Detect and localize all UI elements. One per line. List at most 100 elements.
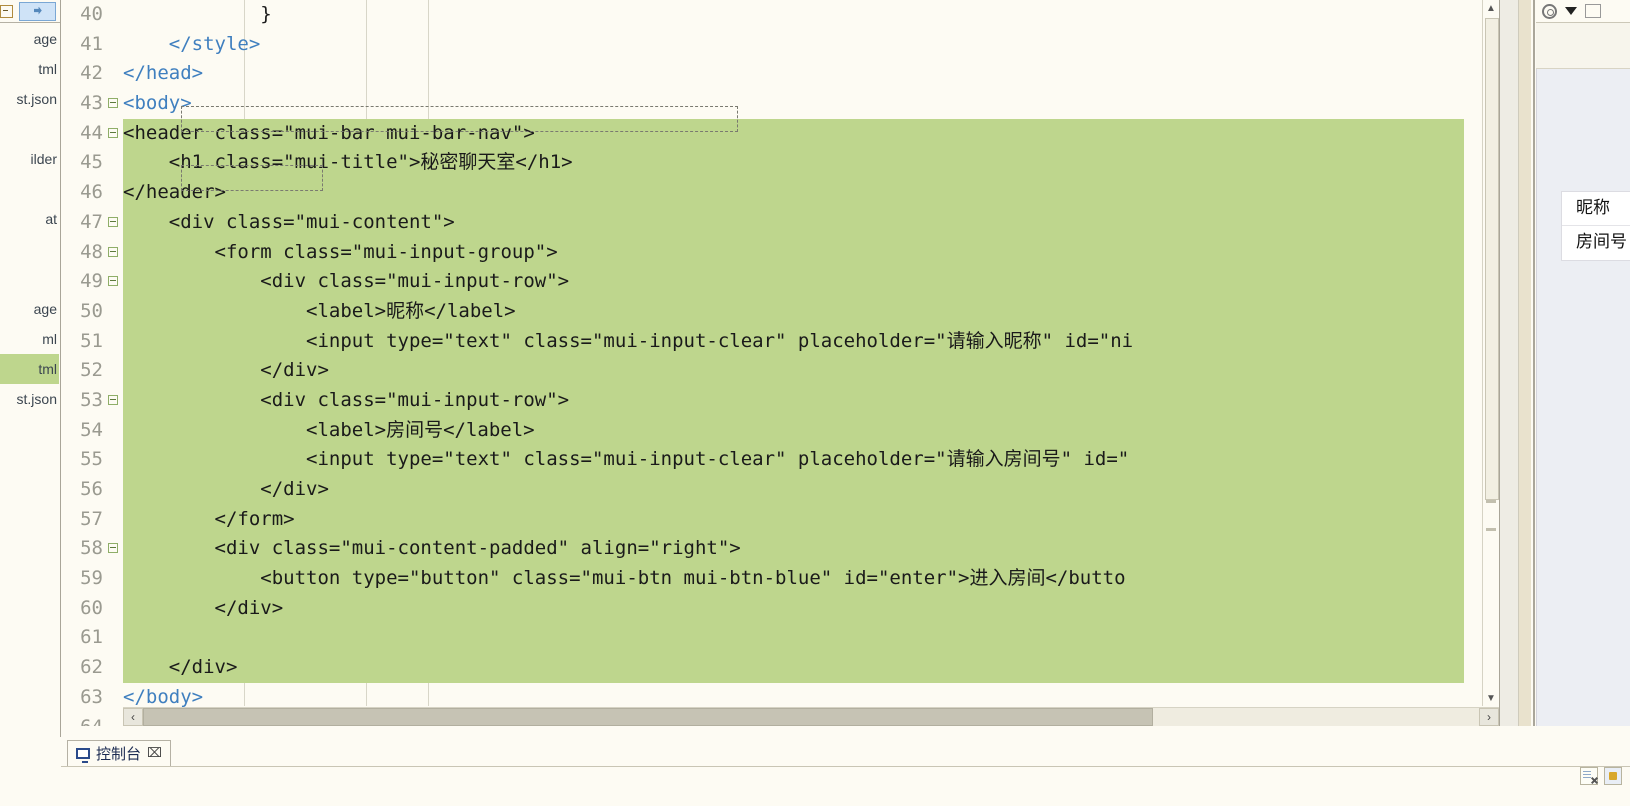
code-line[interactable]: 54 <label>房间号</label> xyxy=(61,415,1499,446)
code-line[interactable]: 56 </div> xyxy=(61,475,1499,505)
fold-toggle-icon[interactable] xyxy=(108,216,118,227)
code-text: </div> xyxy=(123,359,329,382)
editor-horizontal-scrollbar[interactable]: ‹ › xyxy=(123,707,1499,726)
panel-bottom-separator xyxy=(1500,726,1630,737)
line-number: 52 xyxy=(80,359,103,382)
editor-console-separator xyxy=(61,726,1630,737)
list-item[interactable]: age xyxy=(0,294,59,324)
line-number: 45 xyxy=(80,151,103,174)
code-line[interactable]: 61 xyxy=(61,623,1499,654)
vertical-scroll-thumb[interactable] xyxy=(1485,18,1499,500)
fold-toggle-icon[interactable] xyxy=(108,98,118,109)
scroll-left-icon[interactable]: ‹ xyxy=(123,708,143,726)
code-line[interactable]: 50 <label>昵称</label> xyxy=(61,296,1499,327)
preview-row-roomnumber: 房间号 xyxy=(1562,225,1630,259)
code-line[interactable]: 51 <input type="text" class="mui-input-c… xyxy=(61,326,1499,357)
gear-icon[interactable] xyxy=(1542,3,1557,19)
minimize-icon[interactable] xyxy=(1585,4,1601,18)
line-number: 41 xyxy=(80,32,103,55)
horizontal-scroll-track[interactable] xyxy=(1153,708,1479,726)
code-text: } xyxy=(123,3,272,25)
code-text: <label>房间号</label> xyxy=(123,418,535,441)
code-line[interactable]: 55 <input type="text" class="mui-input-c… xyxy=(61,445,1499,475)
line-number: 60 xyxy=(80,596,103,619)
scroll-up-icon[interactable]: ▲ xyxy=(1483,0,1499,16)
file-tree[interactable]: age tml st.json ilder at age ml tml st.j… xyxy=(0,24,59,414)
list-item[interactable] xyxy=(0,264,59,294)
list-item[interactable]: age xyxy=(0,24,59,54)
code-line[interactable]: 53 <div class="mui-input-row"> xyxy=(61,385,1499,416)
panel-divider[interactable] xyxy=(1533,0,1535,726)
code-line[interactable]: 44 <header class="mui-bar mui-bar-nav"> xyxy=(61,118,1499,149)
code-text: </head> xyxy=(123,62,204,85)
line-number: 49 xyxy=(80,270,103,293)
scroll-down-icon[interactable]: ▼ xyxy=(1483,690,1499,706)
line-number: 43 xyxy=(80,92,103,115)
code-line[interactable]: 59 <button type="button" class="mui-btn … xyxy=(61,564,1499,594)
line-number: 62 xyxy=(80,656,103,679)
list-item[interactable] xyxy=(0,174,59,204)
line-number: 42 xyxy=(80,62,103,85)
code-text: <header class="mui-bar mui-bar-nav"> xyxy=(123,121,535,144)
line-number: 53 xyxy=(80,388,103,411)
selection-highlight xyxy=(123,623,1464,654)
code-line[interactable]: 47 <div class="mui-content"> xyxy=(61,207,1499,238)
code-line[interactable]: 41 </style> xyxy=(61,30,1499,60)
mobile-preview: 昵称 房间号 xyxy=(1536,69,1630,726)
code-line[interactable]: 49 <div class="mui-input-row"> xyxy=(61,267,1499,297)
code-line[interactable]: 58 <div class="mui-content-padded" align… xyxy=(61,534,1499,565)
selection-highlight xyxy=(123,504,1464,535)
line-number: 44 xyxy=(80,121,103,144)
list-item[interactable]: at xyxy=(0,204,59,234)
code-line[interactable]: 43 <body> xyxy=(61,89,1499,119)
code-lines[interactable]: 40 } 41 </style> 42 </head> 43 <body> 44 <heade… xyxy=(61,0,1499,726)
horizontal-scroll-thumb[interactable] xyxy=(143,708,1153,726)
list-item[interactable]: st.json xyxy=(0,384,59,414)
tab-console-label: 控制台 xyxy=(96,745,142,763)
line-number: 55 xyxy=(80,448,103,471)
code-line[interactable]: 45 <h1 class="mui-title">秘密聊天室</h1> xyxy=(61,148,1499,179)
link-with-editor-icon[interactable] xyxy=(18,1,56,21)
list-item[interactable]: st.json xyxy=(0,84,59,114)
line-number: 58 xyxy=(80,537,103,560)
collapse-all-icon[interactable] xyxy=(0,4,13,18)
fold-toggle-icon[interactable] xyxy=(108,276,118,287)
list-item-selected[interactable]: tml xyxy=(0,354,59,384)
scroll-marker xyxy=(1486,528,1496,531)
list-item[interactable]: ilder xyxy=(0,144,59,174)
code-line[interactable]: 62 </div> xyxy=(61,653,1499,683)
code-line[interactable]: 60 </div> xyxy=(61,593,1499,624)
status-bar xyxy=(61,766,1630,785)
code-line[interactable]: 48 <form class="mui-input-group"> xyxy=(61,237,1499,268)
code-line[interactable]: 40 } xyxy=(61,0,1499,30)
line-number: 48 xyxy=(80,240,103,263)
fold-toggle-icon[interactable] xyxy=(108,127,118,138)
scroll-right-icon[interactable]: › xyxy=(1479,708,1499,726)
code-line[interactable]: 42 </head> xyxy=(61,59,1499,89)
panel-gutter-strip xyxy=(1500,0,1519,726)
code-line[interactable]: 52 </div> xyxy=(61,356,1499,386)
console-tab-row: 控制台 ⌧ xyxy=(61,738,1630,767)
line-number: 56 xyxy=(80,478,103,500)
document-status-icon[interactable] xyxy=(1580,767,1598,785)
code-line[interactable]: 57 </form> xyxy=(61,504,1499,535)
list-item[interactable]: ml xyxy=(0,324,59,354)
selection-highlight xyxy=(123,178,1464,208)
editor-vertical-scrollbar[interactable]: ▲ ▼ xyxy=(1482,0,1499,706)
code-line[interactable]: 46 </header> xyxy=(61,178,1499,208)
code-editor[interactable]: 40 } 41 </style> 42 </head> 43 <body> 44 <heade… xyxy=(61,0,1500,726)
fold-toggle-icon[interactable] xyxy=(108,394,118,405)
list-item[interactable] xyxy=(0,114,59,144)
list-item[interactable]: tml xyxy=(0,54,59,84)
line-number: 59 xyxy=(80,567,103,590)
chevron-down-icon[interactable] xyxy=(1565,7,1577,15)
fold-toggle-icon[interactable] xyxy=(108,543,118,554)
line-number: 47 xyxy=(80,210,103,233)
code-text: <div class="mui-input-row"> xyxy=(123,270,570,293)
fold-toggle-icon[interactable] xyxy=(108,246,118,257)
tab-console[interactable]: 控制台 ⌧ xyxy=(67,740,171,766)
list-item[interactable] xyxy=(0,234,59,264)
lock-icon[interactable] xyxy=(1604,767,1622,785)
close-icon[interactable]: ⌧ xyxy=(147,746,162,761)
sidebar-toolbar xyxy=(0,0,60,23)
